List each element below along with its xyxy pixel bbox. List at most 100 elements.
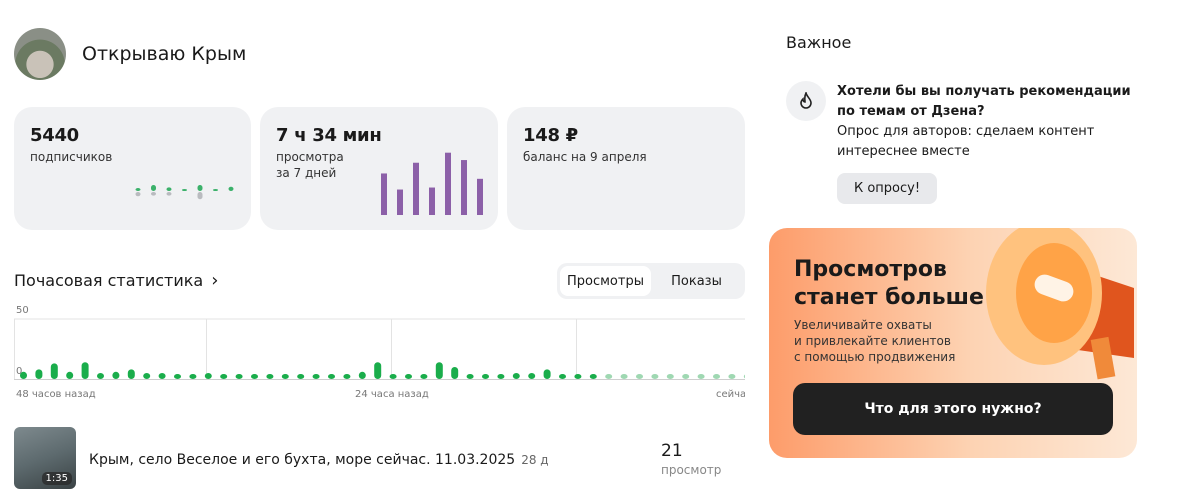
watch-time-value: 7 ч 34 мин [276, 125, 382, 146]
hourly-bar [666, 374, 674, 379]
hourly-bar [389, 374, 397, 379]
hourly-bar [235, 374, 243, 379]
sparkline-up-bar [182, 189, 187, 191]
metric-toggle[interactable]: Просмотры Показы [557, 263, 745, 299]
chevron-right-icon: › [211, 270, 219, 291]
avatar[interactable] [14, 28, 66, 80]
hourly-bar [636, 374, 643, 379]
hourly-bar [682, 374, 690, 379]
hourly-bar [266, 374, 274, 379]
watch-time-bar [445, 152, 451, 215]
hourly-bar [50, 363, 58, 379]
hourly-bar [143, 373, 151, 379]
hourly-bar [451, 367, 459, 379]
hourly-bar [328, 374, 335, 379]
hourly-bar [97, 373, 104, 379]
tab-impressions[interactable]: Показы [651, 266, 742, 296]
hourly-stats-link[interactable]: Почасовая статистика › [14, 270, 218, 291]
hourly-bar [512, 373, 520, 379]
hourly-bar [297, 374, 305, 379]
sparkline-up-bar [166, 187, 172, 191]
sparkline-up-bar [213, 189, 218, 191]
promo-text: Увеличивайте охваты и привлекайте клиенто… [794, 318, 956, 364]
sparkline-up-bar [135, 188, 141, 191]
hourly-bar [528, 373, 536, 379]
hourly-bar [112, 371, 120, 379]
hourly-bar [20, 371, 27, 379]
hourly-chart [14, 318, 745, 380]
hourly-bar [174, 374, 181, 379]
sparkline-down-bar [135, 192, 141, 197]
hourly-bar [204, 373, 212, 379]
promo-banner[interactable]: Просмотров станет больше Увеличивайте охв… [769, 228, 1137, 458]
promo-button[interactable]: Что для этого нужно? [793, 383, 1113, 435]
hourly-bar [281, 374, 289, 379]
sparkline-up-bar [228, 186, 234, 191]
hourly-bar [543, 369, 551, 379]
watch-time-bar [461, 160, 467, 215]
hourly-bar [497, 374, 505, 379]
hourly-bar [189, 374, 197, 379]
subscribers-value: 5440 [30, 125, 79, 146]
video-views-label: просмотр [661, 463, 722, 477]
hourly-bar [743, 374, 745, 379]
hourly-bar [405, 374, 412, 379]
hourly-bar [66, 371, 74, 379]
hourly-bar [251, 374, 258, 379]
hourly-bar [358, 371, 366, 379]
fire-icon [786, 81, 826, 121]
watch-time-bar [397, 189, 403, 215]
hourly-bar [697, 374, 705, 379]
watch-time-card[interactable]: 7 ч 34 мин просмотра за 7 дней [260, 107, 498, 230]
balance-label: баланс на 9 апреля [523, 150, 647, 164]
hourly-bar [713, 374, 720, 379]
subscribers-card[interactable]: 5440 подписчиков [14, 107, 251, 230]
watch-time-bar [381, 173, 387, 215]
tab-views[interactable]: Просмотры [560, 266, 651, 296]
hourly-bar [559, 374, 566, 379]
watch-time-bar [429, 187, 435, 215]
x-label-now: сейчас [716, 389, 745, 400]
hourly-bar [574, 374, 582, 379]
hourly-bar [435, 362, 443, 379]
hourly-bar [620, 374, 628, 379]
video-title[interactable]: Крым, село Веселое и его бухта, море сей… [89, 452, 549, 468]
notification: Хотели бы вы получать рекомендации по те… [837, 84, 1131, 159]
hourly-bar [374, 362, 382, 379]
sparkline-down-bar [197, 192, 203, 200]
watch-time-bar [413, 162, 419, 215]
watch-time-bars [381, 152, 483, 215]
hourly-bar [81, 362, 89, 379]
hourly-bar [127, 369, 135, 379]
video-views-count: 21 [661, 441, 683, 461]
hourly-bar [420, 374, 428, 379]
video-duration: 1:35 [41, 472, 72, 485]
hourly-bar [343, 374, 351, 379]
megaphone-icon [986, 228, 1134, 380]
subscribers-sparkline [135, 185, 234, 200]
hourly-bar [605, 374, 613, 379]
hourly-bar [589, 374, 597, 379]
poll-button[interactable]: К опросу! [837, 173, 937, 204]
hourly-bar [651, 374, 659, 379]
balance-value: 148 ₽ [523, 125, 578, 146]
video-thumbnail[interactable]: 1:35 [14, 427, 76, 489]
important-title: Важное [786, 33, 852, 52]
x-label-24h: 24 часа назад [355, 389, 429, 400]
hourly-bar [220, 374, 228, 379]
hourly-bar [35, 369, 43, 379]
video-age: 28 д [521, 453, 549, 467]
hourly-bar [466, 374, 474, 379]
subscribers-label: подписчиков [30, 150, 113, 164]
balance-card[interactable]: 148 ₽ баланс на 9 апреля [507, 107, 745, 230]
x-label-48h: 48 часов назад [16, 389, 96, 400]
watch-time-bar [477, 178, 483, 215]
sparkline-down-bar [151, 192, 156, 196]
hourly-bar [158, 373, 166, 379]
hourly-bar [482, 374, 489, 379]
sparkline-up-bar [151, 185, 156, 191]
hourly-bar [312, 374, 320, 379]
hourly-bar [728, 374, 736, 379]
sparkline-down-bar [166, 192, 172, 196]
channel-name: Открываю Крым [82, 43, 247, 65]
